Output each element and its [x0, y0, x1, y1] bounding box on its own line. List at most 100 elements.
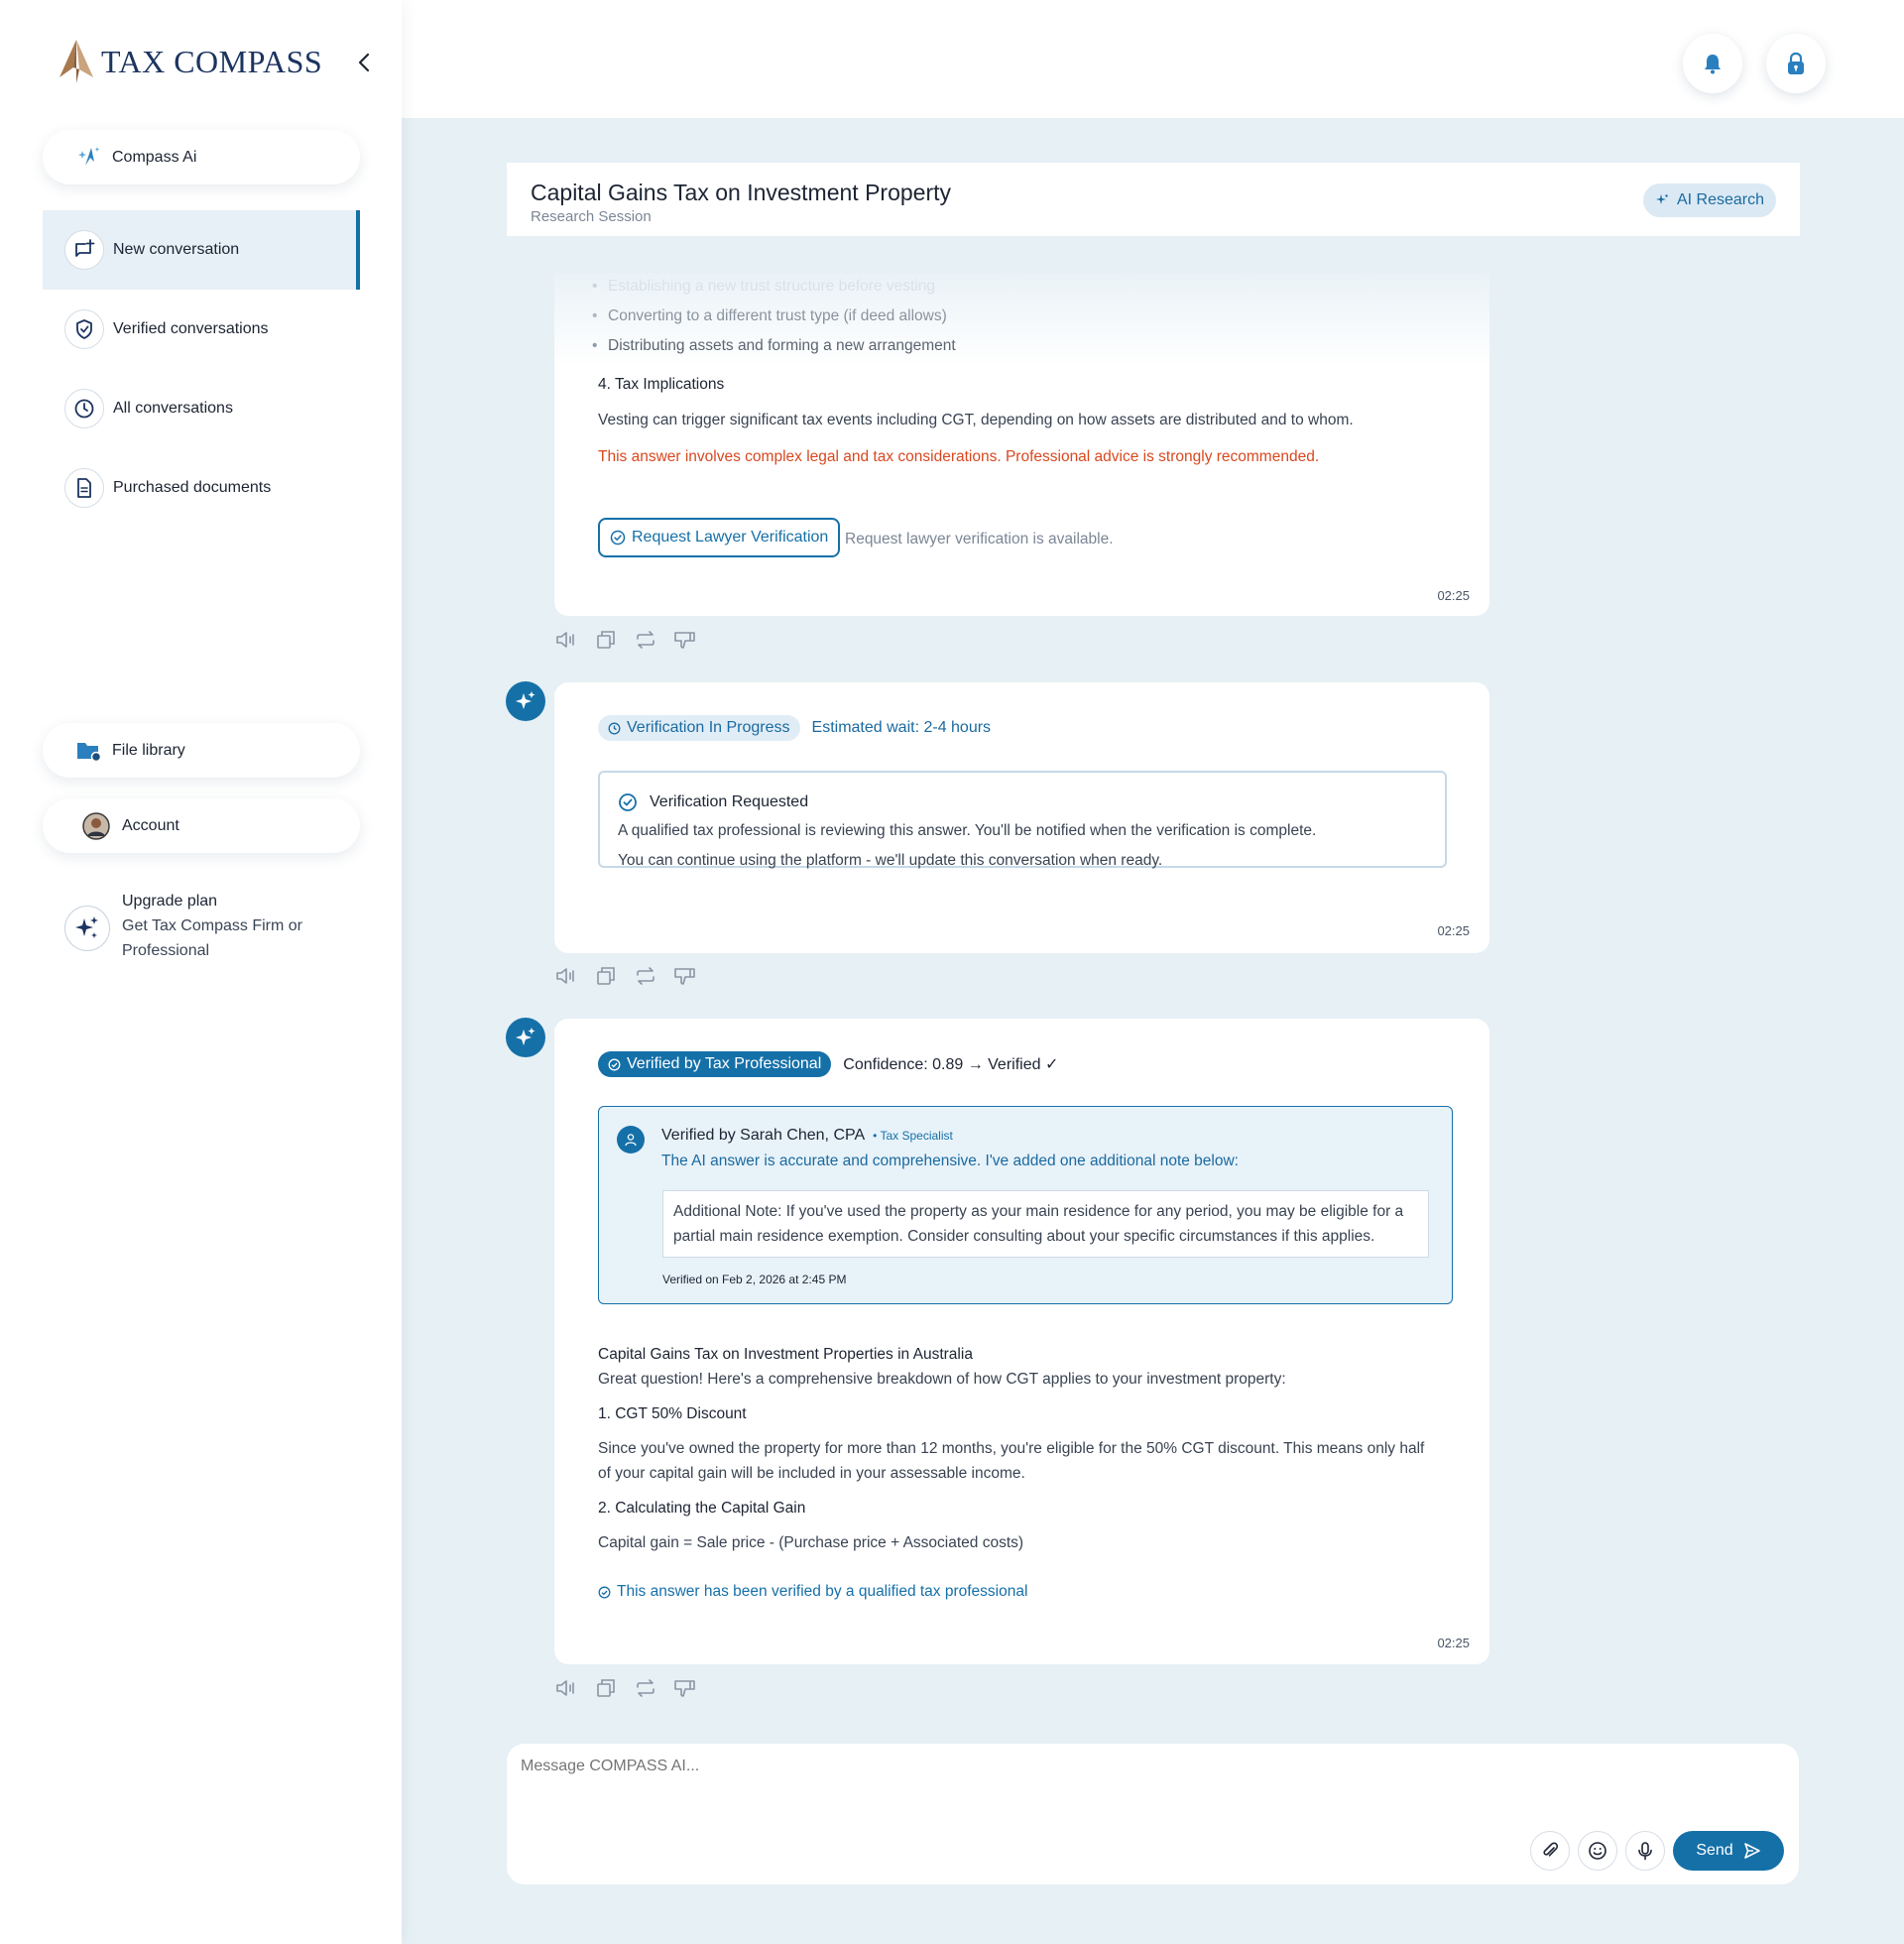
collapse-sidebar-button[interactable]	[349, 48, 379, 77]
paragraph: You can continue using the platform - we…	[618, 852, 1163, 869]
paragraph: Great question! Here's a comprehensive b…	[598, 1371, 1286, 1388]
badge-label: Verified by Tax Professional	[627, 1055, 822, 1072]
send-label: Send	[1696, 1842, 1733, 1859]
smile-icon	[1589, 1842, 1606, 1860]
verified-footer-text: This answer has been verified by a quali…	[617, 1583, 1028, 1600]
speaker-icon[interactable]	[554, 964, 578, 988]
message-actions	[554, 1676, 697, 1700]
answer-title: Capital Gains Tax on Investment Properti…	[598, 1346, 973, 1363]
upgrade-plan[interactable]: Upgrade plan Get Tax Compass Firm or Pro…	[64, 889, 320, 963]
bell-icon	[1705, 55, 1721, 74]
section-heading: 2. Calculating the Capital Gain	[598, 1500, 806, 1517]
upgrade-subtitle: Get Tax Compass Firm or Professional	[122, 917, 302, 959]
paragraph: A qualified tax professional is reviewin…	[618, 822, 1317, 839]
clock-icon	[64, 389, 104, 428]
sidebar-item-label: Verified conversations	[113, 320, 269, 337]
sidebar: TAX COMPASS Compass Ai New conversation …	[0, 0, 402, 1944]
ai-message: Verification In Progress Estimated wait:…	[554, 682, 1489, 953]
copy-icon[interactable]	[594, 964, 618, 988]
repeat-icon[interactable]	[634, 628, 657, 652]
message-input[interactable]	[521, 1758, 1413, 1775]
account-button[interactable]: Account	[43, 798, 360, 853]
send-icon	[1743, 1843, 1760, 1859]
file-library-button[interactable]: File library	[43, 723, 360, 778]
repeat-icon[interactable]	[634, 1676, 657, 1700]
compass-ai-button[interactable]: Compass Ai	[43, 130, 360, 184]
warning-text: This answer involves complex legal and t…	[598, 448, 1320, 465]
estimated-wait: Estimated wait: 2-4 hours	[811, 719, 992, 736]
timestamp: 02:25	[1437, 1636, 1470, 1650]
verification-availability-note: Request lawyer verification is available…	[845, 531, 1114, 547]
mic-icon	[1638, 1842, 1652, 1861]
thumbs-down-icon[interactable]	[673, 964, 697, 988]
ai-avatar	[506, 1018, 545, 1057]
compass-logo-icon	[60, 40, 93, 83]
session-title: Capital Gains Tax on Investment Property	[531, 180, 952, 205]
verifier-comment: The AI answer is accurate and comprehens…	[661, 1153, 1239, 1169]
attach-button[interactable]	[1530, 1831, 1570, 1871]
thumbs-down-icon[interactable]	[673, 628, 697, 652]
request-lawyer-verification-button[interactable]: Request Lawyer Verification	[598, 518, 841, 557]
sidebar-item-label: All conversations	[113, 400, 233, 417]
paperclip-icon	[1543, 1842, 1559, 1857]
sidebar-item-new-conversation[interactable]: New conversation	[43, 210, 360, 290]
sidebar-item-purchased-documents[interactable]: Purchased documents	[43, 448, 360, 528]
speaker-icon[interactable]	[554, 628, 578, 652]
verifier-name: Verified by Sarah Chen, CPA	[661, 1127, 866, 1144]
document-icon	[64, 468, 104, 508]
repeat-icon[interactable]	[634, 964, 657, 988]
timestamp: 02:25	[1437, 588, 1470, 603]
box-title: Verification Requested	[650, 793, 809, 810]
user-icon	[625, 1134, 637, 1147]
notifications-button[interactable]	[1683, 34, 1742, 93]
paragraph: Vesting can trigger significant tax even…	[598, 412, 1354, 428]
account-label: Account	[122, 816, 179, 834]
sidebar-item-label: Purchased documents	[113, 479, 272, 496]
list-item: Distributing assets and forming a new ar…	[592, 337, 956, 355]
check-circle-icon	[619, 793, 637, 811]
chevron-left-icon	[358, 53, 370, 72]
avatar	[82, 811, 110, 840]
verifier-avatar	[617, 1126, 645, 1154]
compass-ai-label: Compass Ai	[112, 148, 197, 166]
sparkle-icon	[1655, 194, 1668, 204]
paragraph: Capital gain = Sale price - (Purchase pr…	[598, 1534, 1024, 1551]
send-button[interactable]: Send	[1673, 1831, 1784, 1871]
clock-icon	[608, 722, 621, 734]
top-bar	[402, 0, 1904, 118]
sidebar-item-all-conversations[interactable]: All conversations	[43, 369, 360, 448]
ai-avatar	[506, 681, 545, 721]
check-circle-icon	[610, 530, 626, 546]
verified-badge: Verified by Tax Professional	[598, 1051, 832, 1077]
verified-footer: This answer has been verified by a quali…	[598, 1583, 1027, 1601]
emoji-button[interactable]	[1578, 1831, 1617, 1871]
brand-name: TAX COMPASS	[101, 43, 323, 79]
verifier-role: • Tax Specialist	[873, 1129, 953, 1143]
ai-message: Verified by Tax Professional Confidence:…	[554, 1019, 1489, 1664]
sidebar-item-verified-conversations[interactable]: Verified conversations	[43, 290, 360, 369]
copy-icon[interactable]	[594, 1676, 618, 1700]
sparkle-icon	[76, 145, 102, 171]
copy-icon[interactable]	[594, 628, 618, 652]
voice-button[interactable]	[1625, 1831, 1665, 1871]
professional-verification-box: Verified by Sarah Chen, CPA • Tax Specia…	[598, 1106, 1453, 1304]
brand-logo[interactable]: TAX COMPASS	[58, 38, 322, 85]
thumbs-down-icon[interactable]	[673, 1676, 697, 1700]
folder-icon	[76, 740, 102, 762]
session-subtitle: Research Session	[531, 208, 652, 225]
session-header: Capital Gains Tax on Investment Property…	[507, 163, 1800, 236]
paragraph: Since you've owned the property for more…	[598, 1440, 1425, 1482]
verification-requested-box: Verification Requested A qualified tax p…	[598, 771, 1447, 869]
list-item: Converting to a different trust type (if…	[592, 307, 947, 325]
message-actions	[554, 628, 697, 652]
check-circle-icon	[608, 1058, 621, 1070]
speaker-icon[interactable]	[554, 1676, 578, 1700]
confidence-text: Confidence: 0.89 → Verified ✓	[843, 1056, 1059, 1073]
sidebar-item-label: New conversation	[113, 241, 240, 258]
badge-label: Verification In Progress	[627, 719, 790, 736]
timestamp: 02:25	[1437, 923, 1470, 938]
message-composer: Send	[507, 1744, 1799, 1884]
ai-research-tag[interactable]: AI Research	[1642, 183, 1776, 217]
lock-button[interactable]	[1766, 34, 1826, 93]
ai-message: Establishing a new trust structure befor…	[554, 273, 1489, 616]
